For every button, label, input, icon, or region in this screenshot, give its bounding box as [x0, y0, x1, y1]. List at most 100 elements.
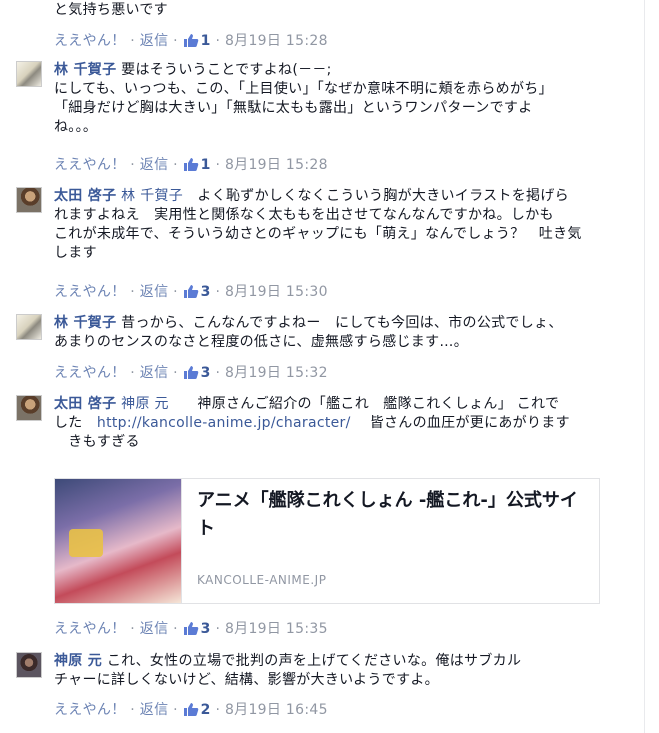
reply-link[interactable]: 返信: [140, 284, 169, 300]
comment-actions: ええやん！ · 返信 · 3 · 8月19日 15:30: [54, 281, 328, 301]
reply-link[interactable]: 返信: [140, 702, 169, 718]
like-count[interactable]: 3: [201, 284, 211, 300]
preview-domain: KANCOLLE-ANIME.JP: [197, 573, 327, 587]
like-count[interactable]: 2: [201, 702, 211, 718]
like-link[interactable]: ええやん！: [54, 33, 126, 49]
like-link[interactable]: ええやん！: [54, 284, 126, 300]
timestamp[interactable]: 8月19日 15:28: [225, 157, 328, 173]
comment-line-text: 神原さんご紹介の「艦これ 艦隊これくしょん」 これで: [183, 396, 560, 412]
separator: ·: [210, 621, 225, 637]
reply-link[interactable]: 返信: [140, 33, 169, 49]
reply-link[interactable]: 返信: [140, 621, 169, 637]
avatar[interactable]: [16, 395, 42, 421]
preview-title[interactable]: アニメ「艦隊これくしょん -艦これ-」公式サイト: [197, 487, 587, 543]
like-count[interactable]: 1: [201, 33, 211, 49]
separator: ·: [168, 284, 183, 300]
thumbs-up-icon[interactable]: [183, 284, 199, 298]
comment-line-text: 皆さんの血圧が更にあがります: [369, 415, 570, 431]
comment-text: 太田 啓子 林 千賀子 よく恥ずかしくなくこういう胸が大きいイラストを掲げら れ…: [54, 187, 606, 263]
like-link[interactable]: ええやん！: [54, 702, 126, 718]
separator: ·: [210, 702, 225, 718]
reply-link[interactable]: 返信: [140, 365, 169, 381]
like-count[interactable]: 3: [201, 621, 211, 637]
comment-line-text: 昔っから、こんなんですよねー にしても今回は、市の公式でしょ、: [121, 315, 563, 331]
mention-tag[interactable]: 林 千賀子: [121, 188, 183, 204]
avatar[interactable]: [16, 187, 42, 213]
timestamp[interactable]: 8月19日 15:32: [225, 365, 328, 381]
comment-line-text: 要はそういうことですよね(－－;: [121, 62, 332, 78]
thumbs-up-icon[interactable]: [183, 702, 199, 716]
author-name[interactable]: 神原 元: [54, 653, 102, 669]
comment-text: 林 千賀子 要はそういうことですよね(－－; にしても、いっつも、この、「上目使…: [54, 61, 606, 137]
link-preview-card[interactable]: アニメ「艦隊これくしょん -艦これ-」公式サイト KANCOLLE-ANIME.…: [54, 478, 600, 604]
preview-thumbnail[interactable]: [55, 479, 182, 603]
author-name[interactable]: 林 千賀子: [54, 62, 116, 78]
mention-tag[interactable]: 神原 元: [121, 396, 169, 412]
separator: ·: [210, 284, 225, 300]
comment-line-text: これ、女性の立場で批判の声を上げてくださいな。俺はサブカル: [106, 653, 522, 669]
like-link[interactable]: ええやん！: [54, 365, 126, 381]
separator: ·: [210, 365, 225, 381]
comment-line: と気持ち悪いです: [54, 2, 168, 18]
thumbs-up-icon[interactable]: [183, 33, 199, 47]
avatar[interactable]: [16, 61, 42, 87]
comment-line: あまりのセンスのなさと程度の低さに、虚無感すら感じます…。: [54, 334, 468, 350]
reply-link[interactable]: 返信: [140, 157, 169, 173]
like-link[interactable]: ええやん！: [54, 157, 126, 173]
separator: ·: [168, 621, 183, 637]
comment-line: します: [54, 245, 97, 261]
separator: ·: [210, 157, 225, 173]
separator: ·: [125, 702, 140, 718]
separator: ·: [168, 157, 183, 173]
comment-text: と気持ち悪いです: [54, 1, 606, 20]
character-page-link[interactable]: http://kancolle-anime.jp/character/: [97, 415, 351, 431]
comment-line: これが未成年で、そういう幼さとのギャップにも「萌え」なんでしょう？ 吐き気: [54, 226, 582, 242]
comment-text: 神原 元 これ、女性の立場で批判の声を上げてくださいな。俺はサブカル チャーに詳…: [54, 652, 606, 690]
thumbs-up-icon[interactable]: [183, 621, 199, 635]
comment-line: 林 千賀子 昔っから、こんなんですよねー にしても今回は、市の公式でしょ、: [54, 314, 606, 333]
avatar[interactable]: [16, 314, 42, 340]
comment-line: 神原 元 これ、女性の立場で批判の声を上げてくださいな。俺はサブカル: [54, 652, 606, 671]
timestamp[interactable]: 8月19日 15:35: [225, 621, 328, 637]
comment-line: チャーに詳しくないけど、結構、影響が大きいようですよ。: [54, 672, 439, 688]
thumbs-up-icon[interactable]: [183, 157, 199, 171]
comment-line: ね。。。: [54, 119, 98, 135]
comment-line-text: した: [54, 415, 83, 431]
preview-logo: [69, 529, 103, 557]
comment-line: 「細身だけど胸は大きい」「無駄に太もも露出」というワンパターンですよ: [54, 100, 533, 116]
timestamp[interactable]: 8月19日 15:28: [225, 33, 328, 49]
comment-line: した http://kancolle-anime.jp/character/ 皆…: [54, 414, 606, 433]
like-count[interactable]: 3: [201, 365, 211, 381]
comment-line: れますよねえ 実用性と関係なく太ももを出させてなんなんですかね。しかも: [54, 207, 554, 223]
separator: ·: [125, 33, 140, 49]
comment-actions: ええやん！ · 返信 · 2 · 8月19日 16:45: [54, 699, 328, 719]
separator: ·: [168, 33, 183, 49]
avatar[interactable]: [16, 652, 42, 678]
comment-line: 太田 啓子 神原 元 神原さんご紹介の「艦これ 艦隊これくしょん」 これで: [54, 395, 606, 414]
comment-actions: ええやん！ · 返信 · 1 · 8月19日 15:28: [54, 154, 328, 174]
timestamp[interactable]: 8月19日 16:45: [225, 702, 328, 718]
separator: ·: [210, 33, 225, 49]
comment-line: にしても、いっつも、この、「上目使い」「なぜか意味不明に頬を赤らめがち」: [54, 81, 553, 97]
author-name[interactable]: 太田 啓子: [54, 396, 116, 412]
author-name[interactable]: 太田 啓子: [54, 188, 116, 204]
right-border: [644, 0, 645, 733]
author-name[interactable]: 林 千賀子: [54, 315, 116, 331]
comment-text: 太田 啓子 神原 元 神原さんご紹介の「艦これ 艦隊これくしょん」 これで した…: [54, 395, 606, 452]
comment-actions: ええやん！ · 返信 · 3 · 8月19日 15:32: [54, 362, 328, 382]
comment-actions: ええやん！ · 返信 · 3 · 8月19日 15:35: [54, 618, 328, 638]
separator: ·: [125, 621, 140, 637]
separator: ·: [168, 365, 183, 381]
like-link[interactable]: ええやん！: [54, 621, 126, 637]
comment-actions: ええやん！ · 返信 · 1 · 8月19日 15:28: [54, 30, 328, 50]
thumbs-up-icon[interactable]: [183, 365, 199, 379]
comment-text: 林 千賀子 昔っから、こんなんですよねー にしても今回は、市の公式でしょ、 あま…: [54, 314, 606, 352]
separator: ·: [125, 157, 140, 173]
comment-line: きもすぎる: [54, 434, 140, 450]
separator: ·: [125, 284, 140, 300]
separator: ·: [168, 702, 183, 718]
comment-line: 林 千賀子 要はそういうことですよね(－－;: [54, 61, 606, 80]
comment-line: 太田 啓子 林 千賀子 よく恥ずかしくなくこういう胸が大きいイラストを掲げら: [54, 187, 606, 206]
like-count[interactable]: 1: [201, 157, 211, 173]
timestamp[interactable]: 8月19日 15:30: [225, 284, 328, 300]
